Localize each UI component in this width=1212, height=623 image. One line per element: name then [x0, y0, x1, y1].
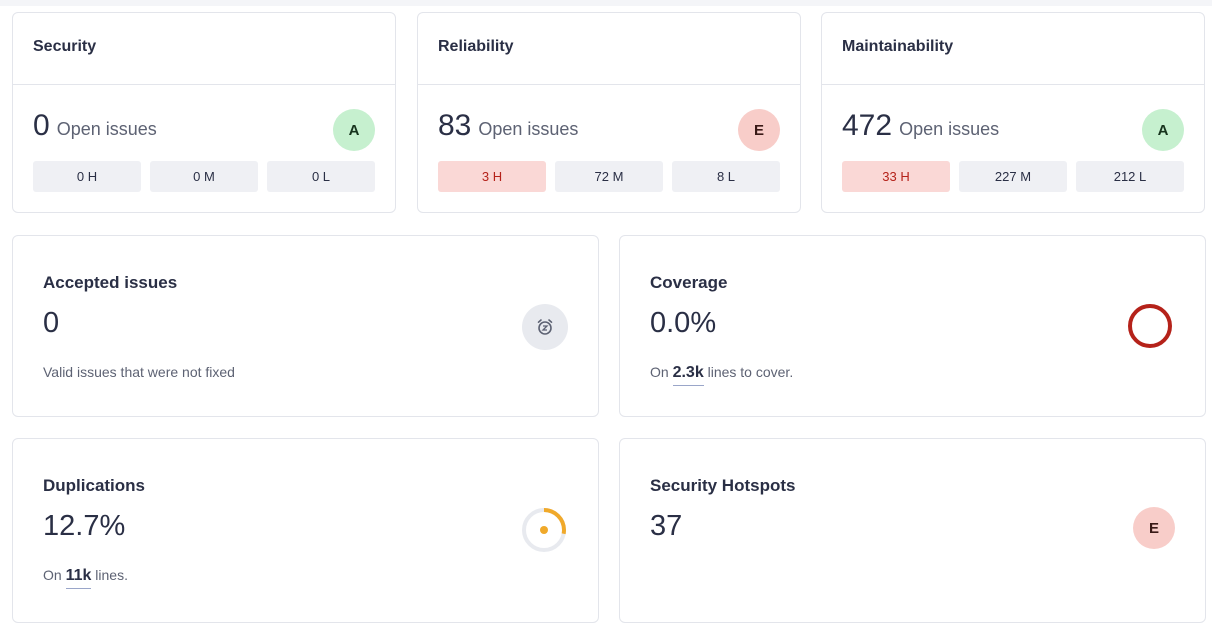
reliability-low-count[interactable]: 8 L [672, 161, 780, 192]
coverage-ring-icon [1128, 304, 1172, 348]
coverage-lines-link[interactable]: 2.3k [672, 364, 704, 386]
security-hotspots-rating-badge[interactable]: E [1133, 507, 1175, 549]
security-card[interactable]: Security 0 Open issues A 0 H 0 M 0 L [12, 12, 396, 213]
maintainability-medium-count[interactable]: 227 M [959, 161, 1067, 192]
coverage-prefix: On [650, 364, 669, 380]
coverage-title: Coverage [650, 273, 728, 292]
duplications-suffix: lines. [95, 567, 128, 583]
coverage-suffix: lines to cover. [707, 364, 794, 380]
security-hotspots-value[interactable]: 37 [650, 510, 682, 543]
duplications-value[interactable]: 12.7% [43, 510, 125, 543]
maintainability-rating-badge[interactable]: A [1142, 109, 1184, 151]
maintainability-issue-count[interactable]: 472 [842, 109, 892, 143]
coverage-value[interactable]: 0.0% [650, 307, 716, 340]
maintainability-title: Maintainability [822, 13, 1204, 85]
reliability-card[interactable]: Reliability 83 Open issues E 3 H 72 M 8 … [417, 12, 801, 213]
accepted-issues-title: Accepted issues [43, 273, 178, 292]
top-strip [0, 0, 1212, 6]
accepted-issues-description: Valid issues that were not fixed [43, 364, 235, 380]
coverage-description: On 2.3k lines to cover. [650, 364, 794, 386]
maintainability-open-issues-label: Open issues [899, 119, 1000, 139]
duplications-description: On 11k lines. [43, 567, 128, 589]
security-high-count[interactable]: 0 H [33, 161, 141, 192]
reliability-medium-count[interactable]: 72 M [555, 161, 663, 192]
duplications-ring-icon [522, 508, 566, 552]
clock-icon [522, 304, 568, 350]
maintainability-card[interactable]: Maintainability 472 Open issues A 33 H 2… [821, 12, 1205, 213]
accepted-issues-card[interactable]: Accepted issues 0 Valid issues that were… [12, 235, 599, 417]
security-hotspots-card[interactable]: Security Hotspots 37 E [619, 438, 1206, 623]
duplications-card[interactable]: Duplications 12.7% On 11k lines. [12, 438, 599, 623]
security-open-issues-label: Open issues [56, 119, 157, 139]
duplications-prefix: On [43, 567, 62, 583]
reliability-high-count[interactable]: 3 H [438, 161, 546, 192]
reliability-issue-count[interactable]: 83 [438, 109, 471, 143]
security-issue-count[interactable]: 0 [33, 109, 50, 143]
security-hotspots-title: Security Hotspots [650, 476, 796, 495]
maintainability-low-count[interactable]: 212 L [1076, 161, 1184, 192]
duplications-title: Duplications [43, 476, 146, 495]
security-medium-count[interactable]: 0 M [150, 161, 258, 192]
coverage-card[interactable]: Coverage 0.0% On 2.3k lines to cover. [619, 235, 1206, 417]
accepted-issues-value[interactable]: 0 [43, 307, 59, 340]
duplications-center-dot [540, 526, 548, 534]
reliability-rating-badge[interactable]: E [738, 109, 780, 151]
duplications-lines-link[interactable]: 11k [65, 567, 92, 589]
reliability-title: Reliability [418, 13, 800, 85]
maintainability-high-count[interactable]: 33 H [842, 161, 950, 192]
security-low-count[interactable]: 0 L [267, 161, 375, 192]
security-rating-badge[interactable]: A [333, 109, 375, 151]
reliability-open-issues-label: Open issues [478, 119, 579, 139]
security-title: Security [13, 13, 395, 85]
